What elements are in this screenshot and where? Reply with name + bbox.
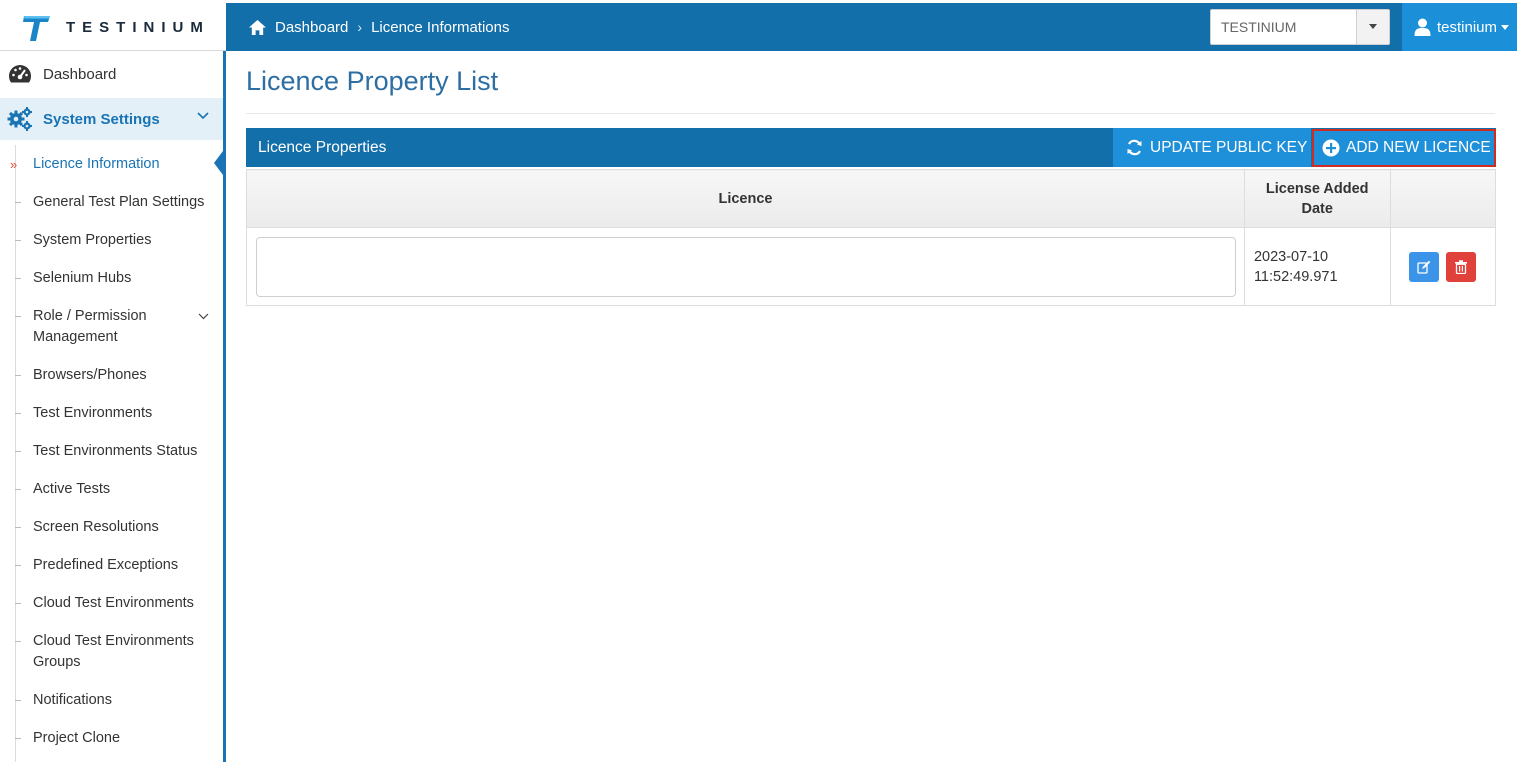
sidebar-item-label: Cloud Test Environments xyxy=(33,595,194,611)
user-icon xyxy=(1414,18,1431,36)
sidebar-item-label: Test Environments Status xyxy=(33,443,198,459)
edit-icon xyxy=(1417,260,1431,274)
table-row: 2023-07-10 11:52:49.971 xyxy=(246,227,1497,306)
project-select-toggle[interactable] xyxy=(1356,10,1389,44)
top-navbar: TESTINIUM Dashboard › Licence Informatio… xyxy=(0,3,1517,51)
sidebar-item-label: Role / Permission Management xyxy=(33,308,147,345)
sidebar-item-test-environments-status[interactable]: Test Environments Status xyxy=(0,441,223,463)
sidebar-item-label: Project Clone xyxy=(33,730,121,746)
sidebar-item-notifications[interactable]: Notifications xyxy=(0,690,223,712)
date-cell: 2023-07-10 11:52:49.971 xyxy=(1243,227,1391,306)
caret-down-icon xyxy=(1501,24,1510,30)
sidebar-item-cloud-test-environments-groups[interactable]: Cloud Test Environments Groups xyxy=(0,631,223,675)
add-new-licence-button[interactable]: ADD NEW LICENCE xyxy=(1312,129,1496,167)
logo[interactable]: TESTINIUM xyxy=(0,3,226,51)
licence-cell xyxy=(246,227,1245,306)
logo-icon xyxy=(23,16,50,41)
chevron-down-icon xyxy=(198,313,209,320)
edit-button[interactable] xyxy=(1409,251,1440,282)
user-menu-button[interactable]: testinium xyxy=(1402,3,1517,51)
delete-button[interactable] xyxy=(1446,251,1477,282)
project-select[interactable]: TESTINIUM xyxy=(1210,9,1390,45)
sidebar-item-active-tests[interactable]: Active Tests xyxy=(0,479,223,501)
tree-dash xyxy=(15,700,21,701)
plus-circle-icon xyxy=(1322,139,1340,157)
sidebar-item-label: Cloud Test Environments Groups xyxy=(33,633,194,670)
sidebar-item-licence-information[interactable]: » Licence Information xyxy=(0,154,223,176)
sidebar-item-label: Browsers/Phones xyxy=(33,367,147,383)
logo-text: TESTINIUM xyxy=(66,19,210,36)
tree-dash xyxy=(15,738,21,739)
date-value: 2023-07-10 xyxy=(1253,248,1329,265)
breadcrumb-dashboard[interactable]: Dashboard xyxy=(275,19,348,36)
trash-icon xyxy=(1455,259,1468,274)
breadcrumb: Dashboard › Licence Informations xyxy=(248,3,509,51)
caret-down-icon xyxy=(1369,24,1377,29)
licence-text-field[interactable] xyxy=(256,236,1236,297)
sidebar-item-label: Dashboard xyxy=(43,65,117,83)
sidebar-item-label: Notifications xyxy=(33,692,112,708)
chevron-down-icon xyxy=(197,112,209,120)
sidebar-item-selenium-hubs[interactable]: Selenium Hubs xyxy=(0,268,223,290)
sidebar-section-label: System Settings xyxy=(43,110,160,128)
sidebar: Dashboard System Settings » Licence Info… xyxy=(0,51,226,762)
tree-dash xyxy=(15,202,21,203)
sidebar-item-system-properties[interactable]: System Properties xyxy=(0,230,223,252)
add-new-licence-label: ADD NEW LICENCE xyxy=(1346,139,1491,156)
sidebar-item-label: Predefined Exceptions xyxy=(33,557,179,573)
tree-dash xyxy=(15,316,21,317)
sidebar-item-test-environments[interactable]: Test Environments xyxy=(0,403,223,425)
table-header-row: Licence License Added Date xyxy=(246,169,1497,228)
time-value: 11:52:49.971 xyxy=(1253,268,1338,285)
tree-dash xyxy=(15,413,21,414)
sidebar-item-predefined-exceptions[interactable]: Predefined Exceptions xyxy=(0,555,223,577)
sidebar-item-cloud-test-environments[interactable]: Cloud Test Environments xyxy=(0,593,223,615)
sidebar-item-label: General Test Plan Settings xyxy=(33,194,205,210)
column-header-licence[interactable]: Licence xyxy=(246,169,1245,228)
double-chevron-right-icon: » xyxy=(10,157,18,172)
column-header-actions xyxy=(1389,169,1497,228)
gears-icon xyxy=(7,107,32,131)
sidebar-item-label: Test Environments xyxy=(33,405,153,421)
project-select-value: TESTINIUM xyxy=(1221,19,1297,35)
tree-dash xyxy=(15,489,21,490)
sidebar-item-role-permission-management[interactable]: Role / Permission Management xyxy=(0,306,223,350)
column-header-license-added-date[interactable]: License Added Date xyxy=(1243,169,1391,228)
sidebar-item-dashboard[interactable]: Dashboard xyxy=(0,51,223,97)
sidebar-item-screen-resolutions[interactable]: Screen Resolutions xyxy=(0,517,223,539)
divider xyxy=(246,113,1495,114)
home-icon[interactable] xyxy=(248,19,267,36)
tree-dash xyxy=(15,527,21,528)
sidebar-item-browsers-phones[interactable]: Browsers/Phones xyxy=(0,365,223,387)
sidebar-item-label: Licence Information xyxy=(33,156,160,172)
tree-dash xyxy=(15,603,21,604)
sidebar-item-label: System Properties xyxy=(33,232,152,248)
tree-dash xyxy=(15,375,21,376)
actions-cell xyxy=(1389,227,1497,306)
sidebar-item-label: Screen Resolutions xyxy=(33,519,159,535)
update-public-key-label: UPDATE PUBLIC KEY xyxy=(1150,138,1308,156)
sidebar-item-project-clone[interactable]: Project Clone xyxy=(0,728,223,750)
licence-table: Licence License Added Date 2023-07-10 11… xyxy=(246,169,1497,306)
dashboard-icon xyxy=(8,65,32,83)
sidebar-section-system-settings[interactable]: System Settings xyxy=(0,98,223,140)
sidebar-item-general-test-plan-settings[interactable]: General Test Plan Settings xyxy=(0,192,223,214)
tree-dash xyxy=(15,240,21,241)
tree-dash xyxy=(15,278,21,279)
panel-header: Licence Properties UPDATE PUBLIC KEY ADD… xyxy=(246,128,1496,167)
tree-dash xyxy=(15,451,21,452)
tree-dash xyxy=(15,565,21,566)
breadcrumb-current: Licence Informations xyxy=(371,18,510,36)
refresh-icon xyxy=(1127,139,1142,156)
tree-dash xyxy=(15,641,21,642)
page-title: Licence Property List xyxy=(246,66,499,96)
update-public-key-button[interactable]: UPDATE PUBLIC KEY xyxy=(1113,128,1311,167)
sidebar-item-label: Active Tests xyxy=(33,481,111,497)
breadcrumb-separator: › xyxy=(357,19,363,35)
sidebar-item-label: Selenium Hubs xyxy=(33,270,132,286)
panel-title: Licence Properties xyxy=(258,139,387,156)
user-name: testinium xyxy=(1437,18,1498,36)
